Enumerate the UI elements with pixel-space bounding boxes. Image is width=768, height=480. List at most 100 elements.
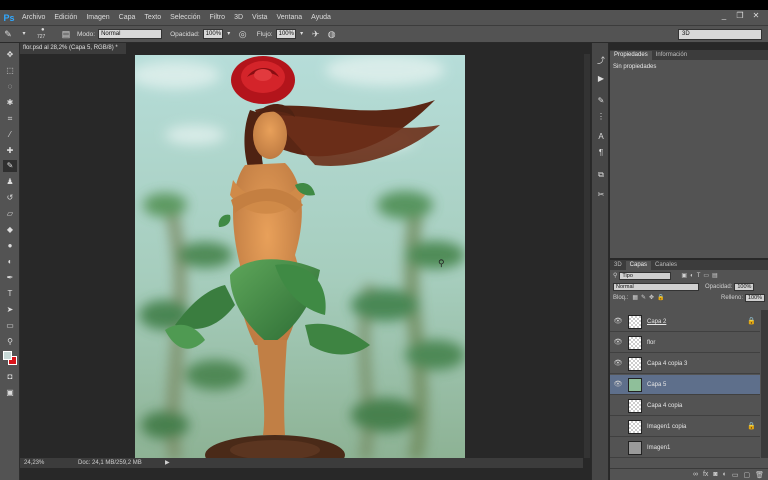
canvas-vertical-scrollbar[interactable] [584,54,590,458]
tab-propiedades[interactable]: Propiedades [610,51,652,60]
clone-source-icon[interactable]: ⧉ [595,169,607,181]
tool-presets-icon[interactable]: ✂ [595,189,607,201]
close-button[interactable]: ✕ [750,11,762,21]
lock-icons[interactable]: ▦✎✥🔒 [632,294,667,301]
minimize-button[interactable]: _ [718,11,730,21]
pressure-size-icon[interactable]: ◍ [326,28,338,40]
delete-layer-icon[interactable]: 🗑 [755,471,764,479]
status-menu-arrow-icon[interactable]: ▶ [165,458,170,468]
layers-scrollbar[interactable] [761,310,768,458]
restore-button[interactable]: ❐ [734,11,746,21]
layer-row[interactable]: 👁 Capa 2 🔒 [610,312,760,332]
adjustment-layer-icon[interactable]: ◐ [723,471,727,478]
menu-imagen[interactable]: Imagen [86,14,109,21]
quick-select-tool-icon[interactable]: ✱ [3,97,17,109]
pen-tool-icon[interactable]: ✒ [3,272,17,284]
type-tool-icon[interactable]: T [3,288,17,300]
menu-archivo[interactable]: Archivo [22,14,45,21]
history-brush-tool-icon[interactable]: ↺ [3,192,17,204]
eye-icon[interactable]: 👁 [613,338,623,348]
brush-presets-icon[interactable]: ⋮ [595,111,607,123]
history-panel-icon[interactable]: ⤴ [595,55,607,67]
layer-row[interactable]: 👁 flor [610,333,760,353]
dodge-tool-icon[interactable]: ◐ [3,256,17,268]
flow-field[interactable]: 100% [275,29,296,39]
zoom-level[interactable]: 24,23% [24,458,44,468]
menu-vista[interactable]: Vista [252,14,267,21]
bucket-tool-icon[interactable]: ◆ [3,224,17,236]
brush-panel-icon[interactable]: ✎ [595,95,607,107]
new-group-icon[interactable]: ▭ [732,471,739,479]
menu-edicion[interactable]: Edición [54,14,77,21]
layer-filter-select[interactable]: Tipo [619,271,672,280]
menu-3d[interactable]: 3D [234,14,243,21]
airbrush-icon[interactable]: ✈ [310,28,322,40]
foreground-color-swatch[interactable] [3,351,12,360]
tab-informacion[interactable]: Información [652,51,691,60]
pressure-opacity-icon[interactable]: ◎ [237,28,249,40]
document-size: Doc: 24,1 MB/259,2 MB [78,460,142,466]
stamp-tool-icon[interactable]: ♟ [3,176,17,188]
healing-tool-icon[interactable]: ✚ [3,145,17,157]
eye-hidden-icon[interactable] [613,443,623,453]
brush-tool-icon[interactable]: ✎ [2,28,14,40]
path-select-tool-icon[interactable]: ➤ [3,304,17,316]
blur-tool-icon[interactable]: ● [3,240,17,252]
eyedropper-tool-icon[interactable]: ⁄ [3,129,17,141]
actions-panel-icon[interactable]: ▶ [595,73,607,85]
menu-seleccion[interactable]: Selección [170,14,200,21]
paragraph-panel-icon[interactable]: ¶ [595,147,607,159]
layer-style-icon[interactable]: fx [703,471,708,478]
menu-ventana[interactable]: Ventana [276,14,302,21]
layers-footer: ∞ fx ◙ ◐ ▭ ▢ 🗑 [610,468,768,480]
lasso-tool-icon[interactable]: ◌ [3,81,17,93]
crop-tool-icon[interactable]: ⌗ [3,113,17,125]
artwork-canvas[interactable]: ⚲ [135,55,465,460]
eye-hidden-icon[interactable] [613,422,623,432]
zoom-cursor-icon: ⚲ [438,258,445,268]
workspace-select[interactable]: 3D [678,29,762,40]
new-layer-icon[interactable]: ▢ [743,471,750,479]
mode-select[interactable]: Normal [98,29,163,39]
add-mask-icon[interactable]: ◙ [713,471,717,478]
screen-mode-icon[interactable]: ▣ [3,387,17,399]
quick-mask-icon[interactable]: ◘ [3,371,17,383]
brush-tool-icon[interactable]: ✎ [3,160,17,172]
opacity-field[interactable]: 100% [202,29,223,39]
layer-row[interactable]: Imagen1 copia 🔒 [610,417,760,437]
marquee-tool-icon[interactable]: ⬚ [3,65,17,77]
blend-mode-select[interactable]: Normal [613,282,699,291]
chevron-down-icon[interactable]: ▾ [18,28,30,40]
document-tab[interactable]: flor.psd al 28,2% (Capa 5, RGB/8) * [20,43,126,54]
tab-3d[interactable]: 3D [610,261,626,270]
shape-tool-icon[interactable]: ▭ [3,320,17,332]
eye-icon[interactable]: 👁 [613,317,623,327]
fill-field[interactable]: 100% [745,293,765,302]
eye-hidden-icon[interactable] [613,401,623,411]
menu-ayuda[interactable]: Ayuda [311,14,331,21]
filter-search-icon: ⚲ [613,273,618,279]
tab-canales[interactable]: Canales [651,261,681,270]
opacity-dropdown-icon[interactable]: ▾ [225,28,233,40]
layer-row[interactable]: Imagen1 [610,438,760,458]
flow-dropdown-icon[interactable]: ▾ [298,28,306,40]
link-layers-icon[interactable]: ∞ [693,471,698,478]
menu-texto[interactable]: Texto [144,14,161,21]
filter-icons[interactable]: ▣◐T▭▤ [681,272,720,279]
tab-capas[interactable]: Capas [625,261,652,270]
menu-capa[interactable]: Capa [119,14,136,21]
layer-opacity-field[interactable]: 100% [734,282,755,291]
brush-preset-picker[interactable]: ● 727 [34,27,56,41]
layer-row[interactable]: Capa 4 copia [610,396,760,416]
eraser-tool-icon[interactable]: ▱ [3,208,17,220]
eye-icon[interactable]: 👁 [613,359,623,369]
menu-filtro[interactable]: Filtro [210,14,226,21]
layer-row-selected[interactable]: 👁 Capa 5 [610,375,760,395]
brush-panel-icon[interactable]: ▤ [60,28,72,40]
eye-icon[interactable]: 👁 [613,380,623,390]
layer-row[interactable]: 👁 Capa 4 copia 3 [610,354,760,374]
status-bar: 24,23% Doc: 24,1 MB/259,2 MB ▶ [20,458,583,468]
move-tool-icon[interactable]: ✥ [3,49,17,61]
zoom-tool-icon[interactable]: ⚲ [3,336,17,348]
character-panel-icon[interactable]: A [595,131,607,143]
